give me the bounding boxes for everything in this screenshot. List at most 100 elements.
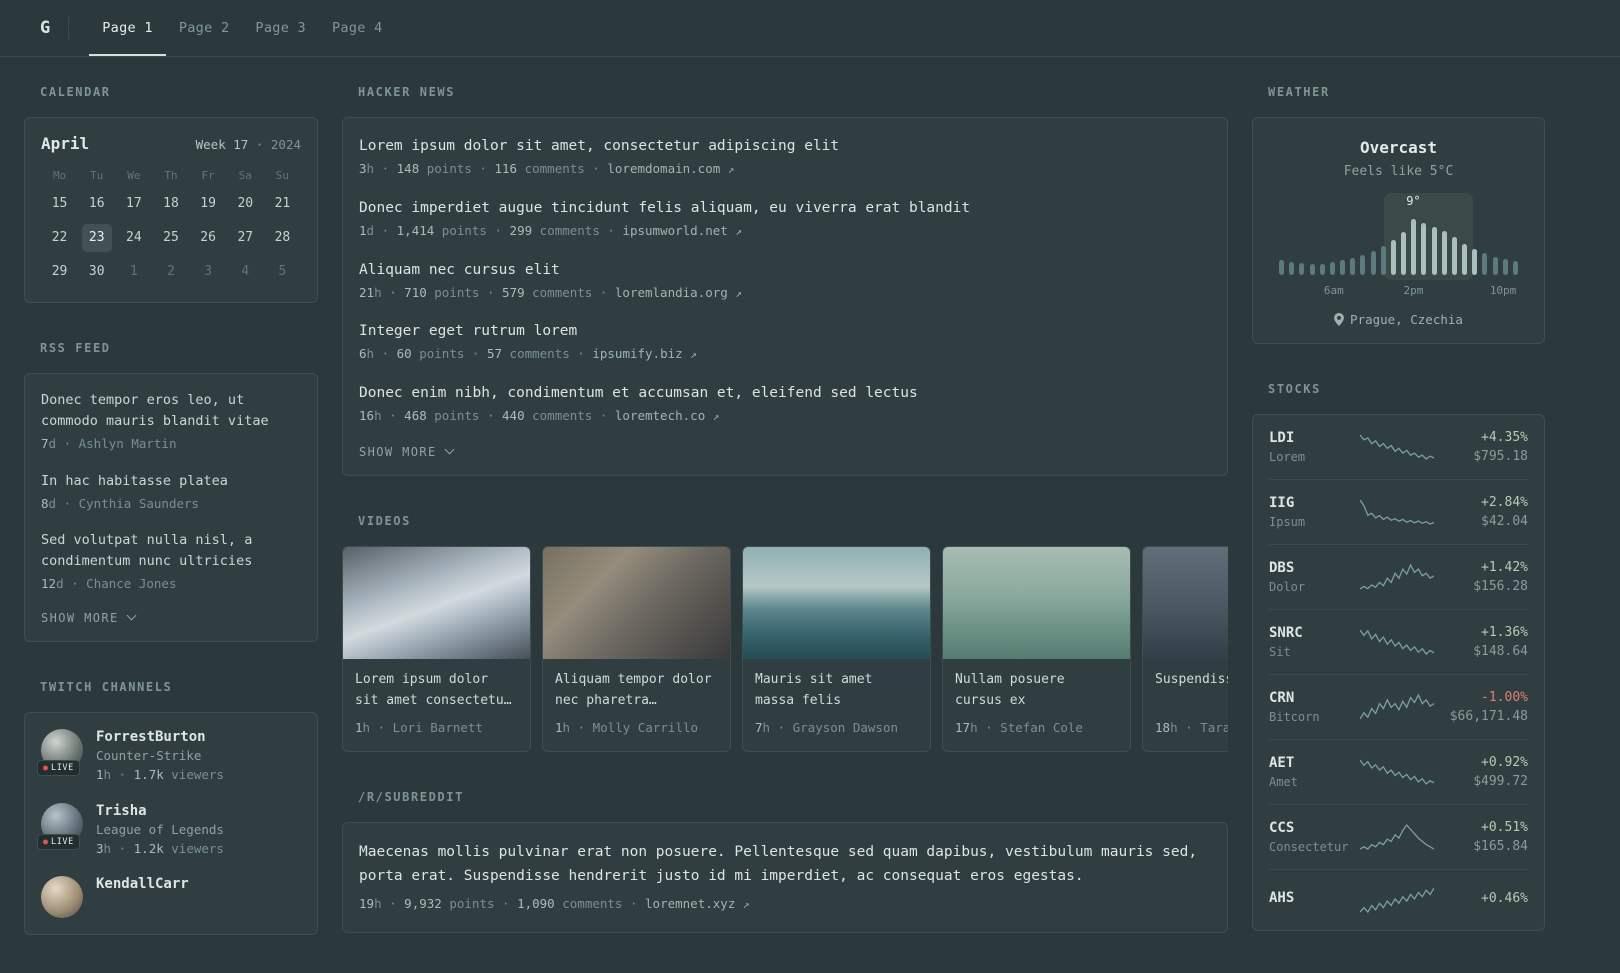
stock-price: $499.72 [1473, 774, 1528, 789]
hn-item-title: Donec imperdiet augue tincidunt felis al… [359, 199, 971, 216]
sr-item-meta: 19h · 9,932 points · 1,090 comments · lo… [359, 896, 750, 912]
tab-page-1[interactable]: Page 1 [89, 0, 166, 56]
video-card[interactable]: Nullam posuere cursus ex 17h · Stefan Col… [942, 545, 1131, 752]
hn-item-domain[interactable]: loremdomain.com ↗ [607, 161, 734, 176]
tab-page-2[interactable]: Page 2 [166, 0, 243, 56]
stock-price: $148.64 [1473, 644, 1528, 659]
hn-item-domain[interactable]: loremlandia.org ↗ [615, 285, 742, 300]
calendar-day[interactable]: 21 [267, 190, 297, 218]
twitch-channel[interactable]: KendallCarr [41, 876, 301, 919]
calendar-day[interactable]: 4 [230, 258, 260, 286]
calendar-day[interactable]: 26 [193, 224, 223, 252]
sr-item[interactable]: Maecenas mollis pulvinar erat non posuer… [359, 841, 1211, 915]
twitch-channel[interactable]: LIVE ForrestBurton Counter-Strike 1h · 1.7k… [37, 728, 301, 785]
calendar-day[interactable]: 23 [81, 224, 112, 252]
videos-widget: VIDEOS Lorem ipsum dolor sit amet consec… [342, 514, 1228, 752]
hn-item[interactable]: Donec enim nibh, condimentum et accumsan… [359, 383, 1211, 426]
calendar-day[interactable]: 5 [267, 258, 297, 286]
stock-sparkline [1359, 759, 1434, 785]
twitch-channel[interactable]: LIVE Trisha League of Legends 3h · 1.2k vie… [37, 802, 301, 859]
video-card[interactable]: Suspendisse diam 18h · Tara [1142, 545, 1228, 752]
weather-chart: 9° [1279, 193, 1518, 280]
hn-item-domain[interactable]: ipsumworld.net ↗ [622, 223, 742, 238]
video-thumbnail [1143, 546, 1228, 659]
video-card[interactable]: Aliquam tempor dolor nec pharetra… 1h · M… [542, 545, 731, 752]
video-title: Mauris sit amet massa felis [755, 671, 873, 708]
stock-change: +0.46% [1481, 890, 1528, 906]
hn-item-domain[interactable]: loremtech.co ↗ [615, 408, 719, 423]
weather-bar [1279, 260, 1284, 275]
hn-item-domain[interactable]: ipsumify.biz ↗ [592, 346, 696, 361]
hn-item[interactable]: Lorem ipsum dolor sit amet, consectetur … [359, 136, 1211, 179]
section-title-subreddit: /R/SUBREDDIT [358, 789, 464, 804]
hn-item-meta: 1d · 1,414 points · 299 comments · ipsum… [359, 222, 742, 238]
weather-location[interactable]: Prague, Czechia [1273, 312, 1524, 327]
calendar-day[interactable]: 27 [230, 224, 260, 252]
calendar-widget: CALENDAR April Week 17 · 2024 Mo Tu We Th Fr… [24, 85, 318, 303]
calendar-day[interactable]: 17 [119, 190, 149, 218]
stock-ticker: DBS [1269, 560, 1295, 576]
stock-row[interactable]: DBS Dolor +1.42% $156.28 [1269, 544, 1528, 609]
sr-item-domain[interactable]: loremnet.xyz ↗ [645, 896, 749, 911]
stock-row[interactable]: LDI Lorem +4.35% $795.18 [1269, 415, 1528, 479]
topbar-tabs: Page 1 Page 2 Page 3 Page 4 [89, 0, 395, 56]
rss-show-more-button[interactable]: SHOW MORE [41, 611, 137, 625]
rss-item[interactable]: In hac habitasse platea 8d · Cynthia Saun… [41, 471, 301, 514]
stock-values: +0.51% $165.84 [1440, 820, 1528, 854]
stock-price: $156.28 [1473, 579, 1528, 594]
stock-name: Consectetur [1269, 840, 1349, 854]
weather-card: Overcast Feels like 5°C 9° 6am 2pm 10pm Pr… [1252, 117, 1545, 344]
hn-item-meta: 6h · 60 points · 57 comments · ipsumify.… [359, 346, 697, 362]
rss-item-meta: 8d · Cynthia Saunders [41, 495, 200, 511]
app-logo[interactable]: G [40, 18, 50, 38]
calendar-day[interactable]: 16 [82, 190, 112, 218]
rss-item[interactable]: Sed volutpat nulla nisl, a condimentum n… [41, 530, 301, 594]
section-title-stocks: STOCKS [1268, 382, 1321, 396]
rss-item[interactable]: Donec tempor eros leo, ut commodo mauris… [41, 390, 301, 454]
stock-row[interactable]: SNRC Sit +1.36% $148.64 [1269, 609, 1528, 674]
twitch-avatar: LIVE [37, 802, 83, 850]
video-card[interactable]: Lorem ipsum dolor sit amet consectetu… 1h… [342, 545, 531, 752]
tab-page-3[interactable]: Page 3 [242, 0, 319, 56]
calendar-week-label: Week 17 [195, 137, 249, 152]
stock-row[interactable]: AET Amet +0.92% $499.72 [1269, 739, 1528, 804]
subreddit-list: Maecenas mollis pulvinar erat non posuer… [359, 841, 1211, 915]
hacker-news-card: Lorem ipsum dolor sit amet, consectetur … [342, 117, 1228, 476]
calendar-day[interactable]: 1 [119, 258, 149, 286]
calendar-day-header: Th [164, 169, 178, 182]
weather-bar [1472, 249, 1478, 275]
calendar-day[interactable]: 25 [156, 224, 186, 252]
calendar-day-header: Sa [238, 169, 252, 182]
stock-row[interactable]: CRN Bitcorn -1.00% $66,171.48 [1269, 674, 1528, 739]
calendar-day[interactable]: 18 [156, 190, 186, 218]
chevron-down-icon [444, 444, 455, 455]
stock-row[interactable]: IIG Ipsum +2.84% $42.04 [1269, 479, 1528, 544]
hn-item-title: Donec enim nibh, condimentum et accumsan… [359, 385, 918, 402]
hn-item[interactable]: Aliquam nec cursus elit 21h · 710 points … [359, 260, 1211, 303]
calendar-day[interactable]: 28 [267, 224, 297, 252]
stock-row[interactable]: CCS Consectetur +0.51% $165.84 [1269, 804, 1528, 869]
video-meta: 1h · Lori Barnett [355, 719, 483, 735]
hn-item[interactable]: Integer eget rutrum lorem 6h · 60 points … [359, 321, 1211, 364]
calendar-header: April Week 17 · 2024 [41, 134, 301, 153]
calendar-day[interactable]: 29 [45, 258, 75, 286]
calendar-day[interactable]: 3 [193, 258, 223, 286]
weather-peak-label: 9° [1406, 194, 1421, 208]
hn-item[interactable]: Donec imperdiet augue tincidunt felis al… [359, 198, 1211, 241]
calendar-day[interactable]: 30 [82, 258, 112, 286]
hn-show-more-button[interactable]: SHOW MORE [359, 444, 455, 459]
calendar-day[interactable]: 22 [45, 224, 75, 252]
calendar-day[interactable]: 24 [119, 224, 149, 252]
video-card-body: Lorem ipsum dolor sit amet consectetu… 1h… [343, 659, 530, 751]
stock-price: $795.18 [1473, 449, 1528, 464]
tab-page-4[interactable]: Page 4 [319, 0, 396, 56]
stock-change: -1.00% [1481, 690, 1528, 705]
stock-price: $165.84 [1473, 839, 1528, 854]
stock-ticker: LDI [1269, 430, 1295, 446]
calendar-day[interactable]: 2 [156, 258, 186, 286]
calendar-day[interactable]: 20 [230, 190, 260, 218]
video-card[interactable]: Mauris sit amet massa felis 7h · Grayson … [742, 545, 931, 752]
calendar-day[interactable]: 19 [193, 190, 223, 218]
weather-location-label: Prague, Czechia [1350, 312, 1463, 327]
calendar-day[interactable]: 15 [45, 190, 75, 218]
